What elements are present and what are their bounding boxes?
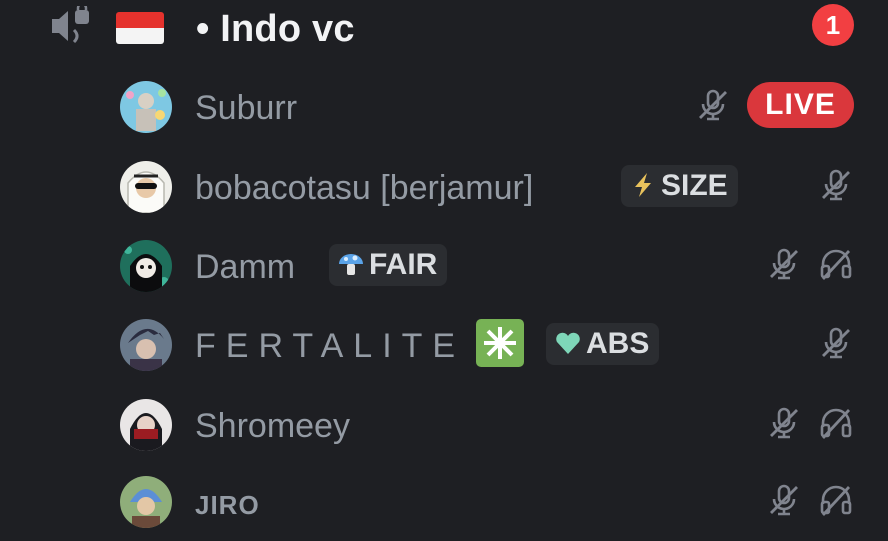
channel-name: • Indo vc [196,8,355,50]
clan-tag: SIZE [621,165,738,207]
voice-user-row[interactable]: FERTALITE ABS [0,313,888,373]
lightning-icon [635,173,651,197]
username: bobacotasu [berjamur] [195,169,534,207]
headphones-deafened-icon [820,485,852,516]
voice-user-row[interactable]: Damm FAIR [0,234,888,294]
username: JIRO [195,490,260,520]
clan-tag-label: SIZE [661,169,728,202]
speaker-lock-icon [52,6,89,44]
username: Shromeey [195,407,350,445]
heart-icon [556,332,580,354]
clan-tag-label: FAIR [369,248,438,281]
mic-muted-icon [822,327,850,359]
username: FERTALITE [195,327,466,365]
avatar [120,476,172,528]
avatar [120,161,172,213]
mention-badge: 1 [812,4,854,46]
avatar [120,319,172,371]
headphones-deafened-icon [820,249,852,280]
indonesia-flag-icon [116,12,164,44]
clan-tag-label: ABS [586,327,650,360]
avatar [120,399,172,451]
mic-muted-icon [770,248,798,280]
mic-muted-icon [822,169,850,201]
voice-user-row[interactable]: JIRO [0,470,888,530]
live-badge: LIVE [747,82,854,128]
mic-muted-icon [770,484,798,516]
mic-muted-icon [699,89,727,121]
username: Damm [195,248,296,286]
voice-channel-row[interactable]: • Indo vc 1 [0,0,888,60]
voice-user-row[interactable]: bobacotasu [berjamur] SIZE [0,155,888,215]
username: Suburr [195,89,298,127]
clan-tag: FAIR [329,244,448,286]
headphones-deafened-icon [820,408,852,439]
mushroom-icon [339,254,363,275]
sparkle-emoji-icon [476,319,524,367]
mic-muted-icon [770,407,798,439]
avatar [120,81,172,133]
voice-user-row[interactable]: Shromeey [0,393,888,453]
clan-tag: ABS [546,323,660,365]
avatar [120,240,172,292]
